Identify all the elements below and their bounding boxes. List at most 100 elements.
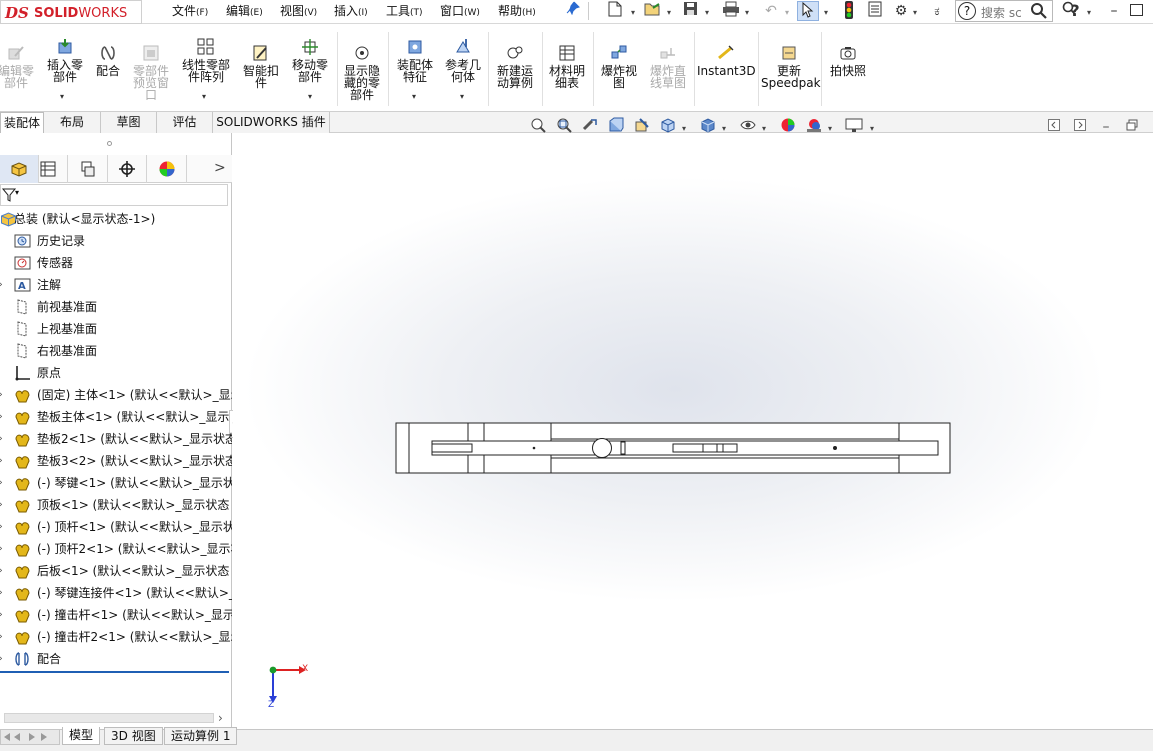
menu-edit[interactable]: 编辑(E) <box>226 2 263 20</box>
exploded-view-button[interactable]: 爆炸视 图 <box>597 44 641 89</box>
rollback-bar[interactable] <box>0 671 229 673</box>
solidworks-logo[interactable]: DS SOLIDWORKS <box>0 0 142 24</box>
tab-property-manager[interactable] <box>29 155 68 183</box>
edit-component-button[interactable]: 编辑零 部件 <box>0 44 36 89</box>
panel-horizontal-scrollbar[interactable] <box>4 713 214 723</box>
menu-file[interactable]: 文件(F) <box>172 2 208 20</box>
insert-component-dropdown-icon[interactable]: ▾ <box>60 92 64 101</box>
mate-button[interactable]: 配合 <box>92 44 124 77</box>
tree-item-sensors[interactable]: 传感器 <box>0 252 232 274</box>
tree-item-right-plane[interactable]: 右视基准面 <box>0 340 232 362</box>
menu-help[interactable]: 帮助(H) <box>498 2 536 20</box>
tab-model[interactable]: 模型 <box>62 727 101 745</box>
print-icon[interactable] <box>720 1 742 21</box>
undo-dropdown-icon[interactable]: ▾ <box>782 1 792 21</box>
select-dropdown-icon[interactable]: ▾ <box>821 1 831 21</box>
explode-line-sketch-button[interactable]: 爆炸直 线草图 <box>645 44 691 89</box>
svg-text:A: A <box>18 281 26 292</box>
tree-item-component[interactable]: › 垫板主体<1> (默认<<默认>_显示状 <box>0 406 232 428</box>
insert-component-button[interactable]: 插入零 部件 <box>42 38 88 83</box>
move-component-dropdown-icon[interactable]: ▾ <box>308 92 312 101</box>
print-dropdown-icon[interactable]: ▾ <box>742 1 752 21</box>
tree-item-component[interactable]: › (-) 琴键<1> (默认<<默认>_显示状 <box>0 472 232 494</box>
new-motion-study-button[interactable]: 新建运 动算例 <box>492 44 538 89</box>
search-icon[interactable] <box>1030 2 1048 24</box>
select-pointer-icon[interactable] <box>797 1 819 21</box>
tree-item-component[interactable]: › 垫板3<2> (默认<<默认>_显示状态 <box>0 450 232 472</box>
tab-3d-views[interactable]: 3D 视图 <box>104 727 163 745</box>
more-tabs-arrow-icon[interactable]: > <box>214 158 228 178</box>
tree-filter-box[interactable]: ▾ <box>0 184 228 206</box>
tab-scroll-buttons[interactable] <box>0 729 60 745</box>
tree-item-annotations[interactable]: › A 注解 <box>0 274 232 296</box>
tab-configuration-manager[interactable] <box>69 155 108 183</box>
linear-component-pattern-button[interactable]: 线性零部 件阵列 <box>178 38 234 83</box>
linear-pattern-dropdown-icon[interactable]: ▾ <box>202 92 206 101</box>
tree-item-component[interactable]: › (固定) 主体<1> (默认<<默认>_显示 <box>0 384 232 406</box>
help-icon[interactable]: ? <box>1064 1 1086 21</box>
show-hidden-components-button[interactable]: 显示隐 藏的零 部件 <box>340 44 384 101</box>
new-dropdown-icon[interactable]: ▾ <box>628 1 638 21</box>
tree-item-component[interactable]: › (-) 顶杆<1> (默认<<默认>_显示状 <box>0 516 232 538</box>
instant3d-button[interactable]: Instant3D <box>697 44 756 77</box>
save-dropdown-icon[interactable]: ▾ <box>702 1 712 21</box>
tree-item-history[interactable]: 历史记录 <box>0 230 232 252</box>
tab-display-manager[interactable] <box>148 155 187 183</box>
reference-geometry-button[interactable]: 参考几 何体 <box>442 38 484 83</box>
assembly-features-button[interactable]: 装配体 特征 <box>392 38 438 83</box>
restore-window-icon[interactable] <box>1130 4 1143 16</box>
minimize-window-icon[interactable]: – <box>1103 1 1125 21</box>
model-point <box>532 446 536 450</box>
new-document-icon[interactable] <box>604 1 626 21</box>
tree-item-root-assembly[interactable]: 总装 (默认<显示状态-1>) <box>0 208 232 230</box>
menu-tools[interactable]: 工具(T) <box>386 2 423 20</box>
move-component-button[interactable]: 移动零 部件 <box>288 38 332 83</box>
tab-sketch[interactable]: 草图 <box>101 112 157 133</box>
search-input[interactable]: 搜索 sc <box>981 4 1022 21</box>
tree-item-component[interactable]: › (-) 琴键连接件<1> (默认<<默认>_显 <box>0 582 232 604</box>
panel-splitter-handle[interactable] <box>107 141 112 146</box>
options-gear-icon[interactable]: ⚙ <box>890 1 912 21</box>
expand-arrow-icon: › <box>0 560 3 582</box>
menu-view[interactable]: 视图(V) <box>280 2 317 20</box>
tree-item-component[interactable]: › (-) 撞击杆2<1> (默认<<默认>_显示 <box>0 626 232 648</box>
reference-geometry-dropdown-icon[interactable]: ▾ <box>460 92 464 101</box>
menu-insert[interactable]: 插入(I) <box>334 2 368 20</box>
menu-window[interactable]: 窗口(W) <box>440 2 480 20</box>
help-dropdown-icon[interactable]: ▾ <box>1084 1 1094 21</box>
tab-assembly[interactable]: 装配体 <box>0 112 44 133</box>
search-box[interactable]: ? 搜索 sc <box>955 0 1053 22</box>
component-preview-window-button[interactable]: 零部件 预览窗 口 <box>128 44 174 101</box>
tree-item-top-plane[interactable]: 上视基准面 <box>0 318 232 340</box>
take-snapshot-button[interactable]: 拍快照 <box>824 44 872 77</box>
bill-of-materials-button[interactable]: 材料明 细表 <box>545 44 589 89</box>
update-speedpak-button[interactable]: 更新 Speedpak <box>761 44 821 89</box>
undo-icon[interactable]: ↶ <box>760 1 782 21</box>
options-dropdown-icon[interactable]: ▾ <box>910 1 920 21</box>
crosshair-icon <box>119 161 135 177</box>
help-question-icon[interactable]: ? <box>958 2 976 20</box>
rebuild-icon[interactable] <box>838 1 860 21</box>
open-dropdown-icon[interactable]: ▾ <box>664 1 674 21</box>
tree-item-component[interactable]: › (-) 撞击杆<1> (默认<<默认>_显示 <box>0 604 232 626</box>
tab-motion-study-1[interactable]: 运动算例 1 <box>164 727 238 745</box>
assembly-features-dropdown-icon[interactable]: ▾ <box>412 92 416 101</box>
tree-item-component[interactable]: › 后板<1> (默认<<默认>_显示状态 1 <box>0 560 232 582</box>
tree-item-component[interactable]: › 垫板2<1> (默认<<默认>_显示状态 <box>0 428 232 450</box>
tab-layout[interactable]: 布局 <box>44 112 101 133</box>
open-file-icon[interactable] <box>642 1 664 21</box>
tree-item-mates[interactable]: › 配合 <box>0 648 232 670</box>
tab-dimxpert-manager[interactable] <box>108 155 147 183</box>
pin-icon[interactable] <box>562 1 584 21</box>
tree-item-origin[interactable]: 原点 <box>0 362 232 384</box>
save-icon[interactable] <box>680 1 702 21</box>
tab-solidworks-addins[interactable]: SOLIDWORKS 插件 <box>213 112 330 133</box>
tree-item-component[interactable]: › (-) 顶杆2<1> (默认<<默认>_显示状 <box>0 538 232 560</box>
tree-item-component[interactable]: › 顶板<1> (默认<<默认>_显示状态 1 <box>0 494 232 516</box>
panel-scroll-right-icon[interactable]: › <box>218 711 230 725</box>
assembly-model[interactable] <box>233 133 1153 729</box>
file-properties-icon[interactable] <box>864 1 886 21</box>
smart-fasteners-button[interactable]: 智能扣 件 <box>240 44 282 89</box>
tab-evaluate[interactable]: 评估 <box>157 112 213 133</box>
tree-item-front-plane[interactable]: 前视基准面 <box>0 296 232 318</box>
